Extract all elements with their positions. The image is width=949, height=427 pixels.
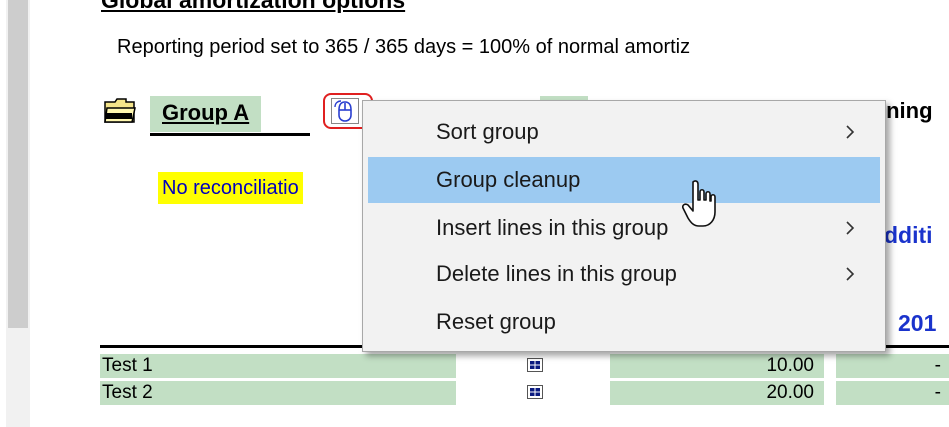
trailing-cell[interactable]: - [836, 354, 949, 378]
menu-item-label: Reset group [436, 309, 556, 334]
chevron-right-icon [846, 221, 855, 235]
calculator-icon[interactable] [527, 358, 543, 372]
mouse-pointer-icon [682, 180, 716, 227]
menu-item-delete-lines[interactable]: Delete lines in this group [368, 251, 880, 297]
calculator-icon[interactable] [527, 385, 543, 399]
amount-cell[interactable]: 20.00 [610, 381, 824, 405]
menu-item-group-cleanup[interactable]: Group cleanup [368, 157, 880, 203]
menu-item-label: Sort group [436, 119, 539, 144]
table-row: Test 1 10.00 - [100, 354, 949, 380]
scrollbar-thumb[interactable] [8, 0, 28, 328]
chevron-right-icon [846, 125, 855, 139]
group-header-rule [150, 133, 310, 136]
vertical-scrollbar[interactable] [0, 0, 36, 427]
trailing-cell[interactable]: - [836, 381, 949, 405]
menu-item-sort-group[interactable]: Sort group [368, 109, 880, 155]
menu-item-label: Group cleanup [436, 167, 581, 192]
group-name-link[interactable]: Group A [150, 96, 262, 132]
reconciliation-warning: No reconciliatio [158, 172, 303, 204]
menu-item-label: Delete lines in this group [436, 261, 677, 286]
report-page: Global amortization options Reporting pe… [0, 0, 949, 427]
menu-item-label: Insert lines in this group [436, 215, 669, 240]
table-row: Test 2 20.00 - [100, 381, 949, 407]
asset-name-cell[interactable]: Test 2 [100, 381, 456, 405]
remaining-header: ining [880, 98, 933, 123]
menu-item-insert-lines[interactable]: Insert lines in this group [368, 205, 880, 251]
group-menu-button[interactable] [331, 98, 359, 124]
chevron-right-icon [846, 267, 855, 281]
mouse-icon [334, 100, 352, 122]
folder-icon[interactable] [104, 98, 136, 124]
year-header: 201 [898, 310, 937, 336]
asset-name-cell[interactable]: Test 1 [100, 354, 456, 378]
amount-cell[interactable]: 10.00 [610, 354, 824, 378]
group-context-menu: Sort group Group cleanup Insert lines in… [362, 100, 886, 352]
menu-item-reset-group[interactable]: Reset group [368, 299, 880, 345]
addition-header: dditi [884, 222, 933, 248]
reporting-period-note: Reporting period set to 365 / 365 days =… [117, 36, 691, 58]
section-title: Global amortization options [101, 0, 406, 13]
